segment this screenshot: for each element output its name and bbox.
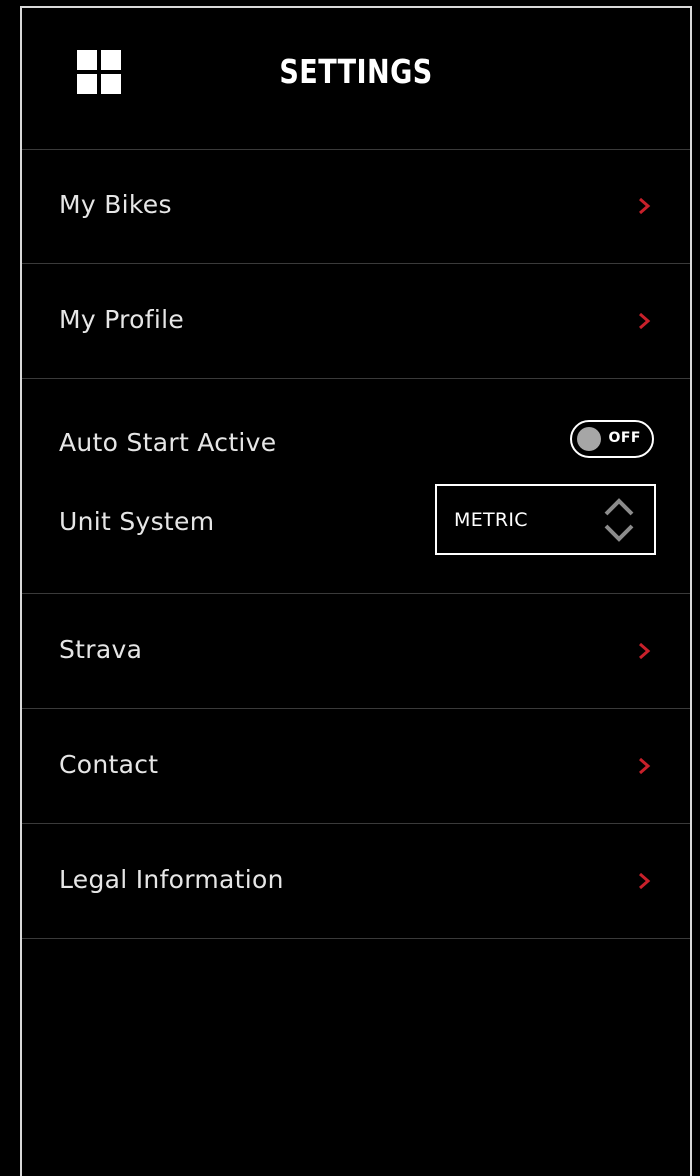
toggle-state-text: OFF <box>608 430 641 446</box>
menu-item-my-bikes[interactable]: My Bikes <box>22 149 690 264</box>
auto-start-toggle[interactable]: OFF <box>570 420 654 458</box>
chevron-right-icon <box>639 872 651 890</box>
menu-item-label: Contact <box>59 750 159 779</box>
unit-system-label: Unit System <box>59 507 215 536</box>
settings-screen: SETTINGS My Bikes My Profile Auto Start … <box>20 6 692 1176</box>
menu-item-legal-information[interactable]: Legal Information <box>22 824 690 939</box>
menu-item-label: My Bikes <box>59 190 172 219</box>
chevron-right-icon <box>639 197 651 215</box>
menu-item-my-profile[interactable]: My Profile <box>22 264 690 379</box>
menu-item-label: My Profile <box>59 305 185 334</box>
auto-start-label: Auto Start Active <box>59 428 277 457</box>
chevron-right-icon <box>639 757 651 775</box>
chevron-right-icon <box>639 312 651 330</box>
unit-system-select[interactable]: METRIC <box>435 484 656 555</box>
header: SETTINGS <box>22 8 690 150</box>
menu-item-strava[interactable]: Strava <box>22 594 690 709</box>
menu-item-contact[interactable]: Contact <box>22 709 690 824</box>
menu-item-label: Legal Information <box>59 865 284 894</box>
preferences-group: Auto Start Active OFF Unit System METRIC <box>22 378 690 594</box>
menu-item-label: Strava <box>59 635 143 664</box>
up-down-arrows-icon <box>604 498 634 542</box>
toggle-knob <box>577 427 601 451</box>
unit-system-value: METRIC <box>454 509 528 531</box>
page-title: SETTINGS <box>279 52 433 91</box>
chevron-right-icon <box>639 642 651 660</box>
